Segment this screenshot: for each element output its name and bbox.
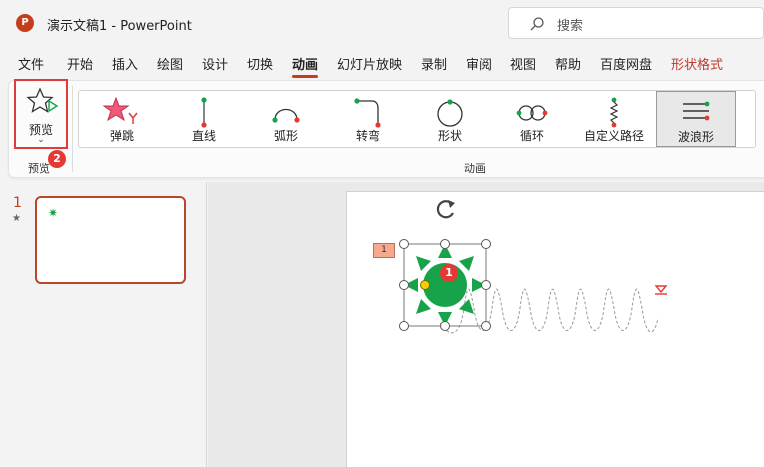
ribbon-tabs: 文件 开始 插入 绘图 设计 切换 动画 幻灯片放映 录制 审阅 视图 帮助 百…	[0, 50, 764, 78]
sun-shape-thumbnail-icon: ✷	[48, 206, 59, 220]
search-icon	[530, 17, 544, 31]
window-title: 演示文稿1 - PowerPoint	[47, 19, 192, 34]
animation-group-label: 动画	[464, 162, 486, 175]
animation-star-icon: ★	[12, 213, 21, 224]
resize-handle-right[interactable]	[481, 280, 491, 290]
tab-baidu-netdisk[interactable]: 百度网盘	[600, 54, 652, 73]
tab-help[interactable]: 帮助	[555, 54, 581, 73]
bounce-icon	[102, 96, 138, 124]
effect-arc-label: 弧形	[273, 129, 298, 143]
effect-turn-label: 转弯	[355, 129, 380, 143]
turn-path-icon	[354, 98, 381, 128]
animation-order-tag[interactable]: 1	[373, 243, 395, 258]
star-preview-icon	[27, 87, 59, 113]
slide-thumbnail[interactable]: ✷	[35, 196, 186, 284]
tab-review[interactable]: 审阅	[466, 54, 492, 73]
tab-design[interactable]: 设计	[202, 54, 228, 73]
rotate-handle-icon[interactable]	[434, 198, 458, 220]
tab-transitions[interactable]: 切换	[247, 54, 273, 73]
slide-number: 1	[13, 195, 22, 211]
effect-line-label: 直线	[191, 129, 216, 143]
tab-slideshow[interactable]: 幻灯片放映	[337, 54, 402, 73]
wave-path-icon	[683, 101, 710, 121]
resize-handle-bottom-left[interactable]	[399, 321, 409, 331]
step-badge-2: 2	[48, 150, 66, 168]
sun-shape[interactable]	[402, 242, 488, 328]
step-badge-1: 1	[440, 264, 458, 282]
tab-file[interactable]: 文件	[18, 54, 44, 73]
effect-shape[interactable]: 形状	[410, 91, 490, 147]
search-placeholder: 搜索	[557, 19, 584, 34]
effect-shape-label: 形状	[437, 129, 462, 143]
effect-custom-path[interactable]: 自定义路径	[574, 91, 654, 147]
title-bar: P 演示文稿1 - PowerPoint 搜索	[0, 0, 764, 46]
effect-bounce-label: 弹跳	[109, 129, 134, 143]
arc-path-icon	[272, 108, 300, 123]
preview-group-label: 预览	[28, 162, 50, 175]
custom-path-icon	[609, 97, 619, 128]
effect-arc[interactable]: 弧形	[246, 91, 326, 147]
tab-record[interactable]: 录制	[421, 54, 447, 73]
tab-animations[interactable]: 动画	[292, 54, 319, 78]
powerpoint-logo-icon: P	[16, 14, 34, 32]
effect-loop-label: 循环	[519, 129, 544, 143]
resize-handle-left[interactable]	[399, 280, 409, 290]
adjust-handle[interactable]	[420, 280, 430, 290]
effect-bounce[interactable]: 弹跳	[82, 91, 162, 147]
tab-view[interactable]: 视图	[510, 54, 536, 73]
chevron-down-icon[interactable]: ⌄	[16, 135, 66, 145]
effect-loop[interactable]: 循环	[492, 91, 572, 147]
ribbon-divider	[72, 86, 73, 172]
tab-insert[interactable]: 插入	[112, 54, 138, 73]
path-end-icon	[654, 285, 668, 295]
effect-custom-path-label: 自定义路径	[583, 129, 644, 143]
effect-line[interactable]: 直线	[164, 91, 244, 147]
resize-handle-top-right[interactable]	[481, 239, 491, 249]
shape-path-icon	[437, 99, 463, 127]
effect-turn[interactable]: 转弯	[328, 91, 408, 147]
line-path-icon	[201, 97, 207, 128]
preview-button[interactable]: 预览 ⌄	[14, 79, 68, 149]
loop-path-icon	[516, 105, 548, 121]
resize-handle-bottom[interactable]	[440, 321, 450, 331]
tab-draw[interactable]: 绘图	[157, 54, 183, 73]
resize-handle-top[interactable]	[440, 239, 450, 249]
tab-home[interactable]: 开始	[67, 54, 93, 73]
resize-handle-bottom-right[interactable]	[481, 321, 491, 331]
effect-wave-label: 波浪形	[677, 130, 714, 144]
resize-handle-top-left[interactable]	[399, 239, 409, 249]
effect-wave[interactable]: 波浪形	[656, 91, 736, 147]
tab-shape-format[interactable]: 形状格式	[671, 54, 723, 73]
search-input[interactable]: 搜索	[508, 7, 764, 39]
